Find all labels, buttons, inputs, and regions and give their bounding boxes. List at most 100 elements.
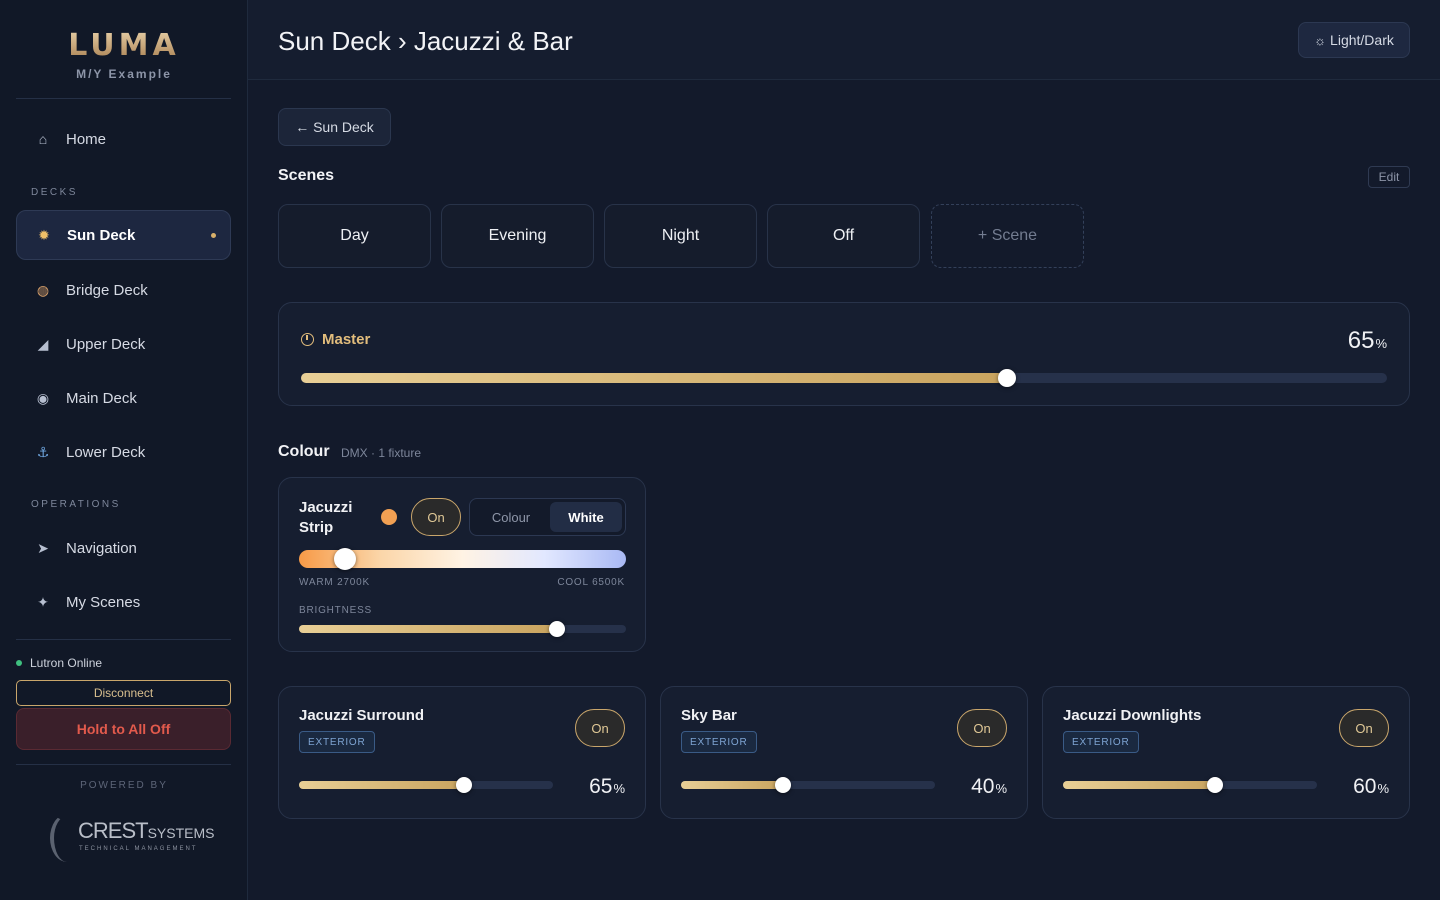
nav-navigation[interactable]: ➤ Navigation [16, 523, 231, 573]
level-value-unit: % [1377, 781, 1389, 796]
active-indicator [211, 233, 216, 238]
slider-fill [681, 781, 783, 789]
brand: LUMA M/Y Example [0, 28, 248, 81]
crest-name-main: CREST [78, 818, 149, 843]
zone-badge: EXTERIOR [681, 731, 757, 753]
crest-tagline: TECHNICAL MANAGEMENT [79, 846, 198, 852]
decks-section-label: DECKS [31, 187, 78, 198]
sun-icon: ☼ [1314, 32, 1327, 48]
sun-icon: ✹ [38, 226, 50, 243]
slider-fill [299, 781, 465, 789]
operations-section-label: OPERATIONS [31, 499, 121, 510]
fixture-card-sky-bar: Sky Bar EXTERIOR On 40% [660, 686, 1028, 819]
master-slider[interactable] [301, 369, 1387, 387]
nav-label: My Scenes [66, 593, 141, 611]
level-value: 60% [1353, 775, 1389, 799]
all-off-button[interactable]: Hold to All Off [16, 708, 231, 750]
master-value-unit: % [1375, 336, 1387, 351]
slider-handle[interactable] [774, 777, 791, 793]
master-label-text: Master [322, 331, 371, 348]
slider-handle[interactable] [456, 777, 473, 793]
nav-my-scenes[interactable]: ✦ My Scenes [16, 577, 231, 627]
on-toggle[interactable]: On [957, 709, 1007, 747]
scene-off-button[interactable]: Off [767, 204, 920, 268]
on-toggle[interactable]: On [575, 709, 625, 747]
arrow-icon: ➤ [37, 539, 49, 556]
nav-bridge-deck[interactable]: ◍ Bridge Deck [16, 265, 231, 315]
fixture-name: Sky Bar [681, 707, 737, 724]
mode-segmented-control: Colour White [469, 498, 626, 536]
nav-sun-deck[interactable]: ✹ Sun Deck [16, 210, 231, 260]
nav-label: Home [66, 130, 107, 148]
add-scene-button[interactable]: + Scene [931, 204, 1084, 268]
master-value: 65% [1348, 327, 1387, 355]
nav-main-deck[interactable]: ◉ Main Deck [16, 373, 231, 423]
zone-badge: EXTERIOR [1063, 731, 1139, 753]
home-icon: ⌂ [38, 131, 48, 147]
scene-night-button[interactable]: Night [604, 204, 757, 268]
fixture-name: Jacuzzi Downlights [1063, 707, 1202, 724]
power-icon [301, 333, 314, 346]
crest-name: CRESTSYSTEMS [78, 818, 214, 844]
mode-colour-option[interactable]: Colour [472, 502, 550, 532]
sidebar: LUMA M/Y Example ⌂ Home DECKS ✹ Sun Deck… [0, 0, 248, 900]
colour-subtitle: DMX · 1 fixture [341, 446, 422, 460]
slider-handle[interactable] [997, 369, 1016, 387]
level-slider[interactable] [681, 777, 935, 793]
theme-toggle-button[interactable]: ☼ Light/Dark [1298, 22, 1410, 58]
nav-label: Upper Deck [66, 335, 146, 353]
powered-by-label: POWERED BY [80, 780, 168, 791]
nav-label: Sun Deck [67, 226, 136, 244]
page-title: Sun Deck › Jacuzzi & Bar [278, 26, 573, 56]
brightness-slider[interactable] [299, 621, 626, 637]
colour-title: Colour [278, 443, 330, 460]
cool-label: COOL 6500K [557, 577, 625, 588]
mode-white-option[interactable]: White [550, 502, 622, 532]
boat-icon: ◢ [37, 335, 49, 352]
sparkle-icon: ✦ [37, 593, 49, 610]
master-label: Master [301, 331, 370, 348]
level-value: 65% [589, 775, 625, 799]
slider-handle[interactable] [549, 621, 566, 637]
fixture-name: Jacuzzi Strip [299, 499, 353, 536]
nav-lower-deck[interactable]: ⚓ Lower Deck [16, 427, 231, 477]
edit-scenes-button[interactable]: Edit [1368, 166, 1410, 188]
divider [16, 639, 231, 640]
nav-label: Bridge Deck [66, 281, 148, 299]
header: Sun Deck › Jacuzzi & Bar ☼ Light/Dark [248, 0, 1440, 80]
on-toggle[interactable]: On [1339, 709, 1389, 747]
slider-handle[interactable] [1207, 777, 1224, 793]
level-value-number: 65 [589, 775, 613, 798]
colour-temperature-slider[interactable] [299, 548, 626, 570]
crest-logo: CRESTSYSTEMS TECHNICAL MANAGEMENT [50, 812, 214, 864]
slider-fill [1063, 781, 1216, 789]
colour-swatch[interactable] [381, 509, 397, 525]
slider-handle[interactable] [333, 548, 356, 570]
luma-logo: LUMA [0, 28, 248, 63]
crest-name-suffix: SYSTEMS [147, 825, 215, 841]
level-slider[interactable] [299, 777, 553, 793]
status-dot [16, 660, 22, 666]
divider [16, 98, 231, 99]
nav-home[interactable]: ⌂ Home [16, 114, 231, 164]
dining-icon: ◉ [36, 389, 50, 406]
status-text: Lutron Online [30, 656, 103, 670]
divider [16, 764, 231, 765]
nav-label: Navigation [66, 539, 137, 557]
disconnect-button[interactable]: Disconnect [16, 680, 231, 706]
compass-icon: ◍ [36, 281, 50, 298]
back-button[interactable]: ← Sun Deck [278, 108, 391, 146]
scene-evening-button[interactable]: Evening [441, 204, 594, 268]
level-slider[interactable] [1063, 777, 1317, 793]
scenes-title: Scenes [278, 167, 335, 184]
nav-label: Main Deck [66, 389, 137, 407]
fixture-name: Jacuzzi Surround [299, 707, 425, 724]
scene-day-button[interactable]: Day [278, 204, 431, 268]
on-toggle[interactable]: On [411, 498, 461, 536]
nav-label: Lower Deck [66, 443, 146, 461]
vessel-name: M/Y Example [76, 67, 172, 81]
level-value-unit: % [613, 781, 625, 796]
nav-upper-deck[interactable]: ◢ Upper Deck [16, 319, 231, 369]
colour-fixture-card: Jacuzzi Strip On Colour White WARM 2700K… [278, 477, 646, 652]
warm-label: WARM 2700K [299, 577, 370, 588]
